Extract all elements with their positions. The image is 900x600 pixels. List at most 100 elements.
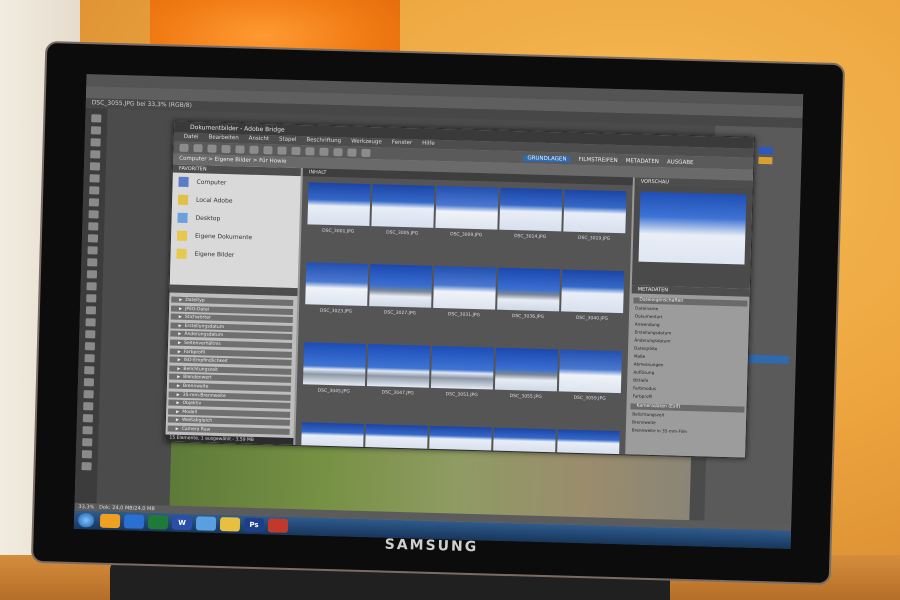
photoshop-toolbox[interactable] bbox=[74, 108, 108, 504]
thumbnail-image[interactable] bbox=[430, 345, 495, 390]
filter-row[interactable]: ▶ Seitenverhältnis bbox=[169, 339, 293, 349]
tool-icon[interactable] bbox=[90, 138, 101, 147]
filter-row[interactable]: ▶ Belichtungszeit bbox=[169, 365, 292, 375]
thumbnail-image[interactable] bbox=[557, 429, 620, 455]
filter-row[interactable]: ▶ Blendenwert bbox=[169, 373, 292, 384]
thumbnail-image[interactable] bbox=[429, 425, 492, 451]
filter-row[interactable]: ▶ Camera Raw bbox=[167, 425, 290, 435]
toolbar-icon[interactable] bbox=[305, 147, 315, 156]
favorite-item[interactable]: Computer bbox=[178, 176, 296, 194]
color-swatch[interactable] bbox=[758, 156, 773, 165]
toolbar-icon[interactable] bbox=[333, 148, 343, 157]
favorite-item[interactable]: Local Adobe bbox=[177, 194, 296, 212]
taskbar-button[interactable] bbox=[147, 514, 169, 530]
thumbnail-image[interactable] bbox=[494, 347, 559, 392]
tool-icon[interactable] bbox=[82, 414, 94, 423]
taskbar-button[interactable]: W bbox=[171, 515, 193, 531]
toolbar-icon[interactable] bbox=[179, 143, 189, 152]
toolbar-icon[interactable] bbox=[221, 144, 231, 154]
thumbnail-image[interactable] bbox=[301, 422, 364, 447]
menu-item[interactable]: Datei bbox=[184, 134, 199, 140]
thumbnail-image[interactable] bbox=[558, 349, 623, 394]
tool-icon[interactable] bbox=[82, 438, 93, 447]
expand-arrow-icon[interactable]: ▶ bbox=[176, 426, 179, 431]
favorite-item[interactable]: Desktop bbox=[177, 212, 295, 230]
color-swatch[interactable] bbox=[758, 146, 773, 155]
filter-row[interactable]: ▶ Farbprofil bbox=[169, 348, 292, 358]
menu-item[interactable]: Fenster bbox=[392, 140, 413, 147]
expand-arrow-icon[interactable]: ▶ bbox=[177, 383, 180, 388]
toolbar-icon[interactable] bbox=[263, 146, 273, 155]
tool-icon[interactable] bbox=[89, 174, 100, 183]
tool-icon[interactable] bbox=[87, 234, 99, 243]
toolbar-icon[interactable] bbox=[235, 145, 245, 154]
tool-icon[interactable] bbox=[87, 258, 98, 267]
taskbar-button[interactable] bbox=[267, 518, 289, 533]
expand-arrow-icon[interactable]: ▶ bbox=[178, 348, 181, 353]
filter-row[interactable]: ▶ Stichwörter bbox=[170, 313, 293, 324]
taskbar-button[interactable] bbox=[99, 513, 121, 529]
tool-icon[interactable] bbox=[88, 210, 99, 219]
tool-icon[interactable] bbox=[88, 198, 100, 207]
expand-arrow-icon[interactable]: ▶ bbox=[178, 323, 181, 328]
tool-icon[interactable] bbox=[83, 402, 94, 411]
toolbar-icon[interactable] bbox=[207, 144, 217, 153]
menu-item[interactable]: Stapel bbox=[279, 136, 297, 142]
toolbar-icon[interactable] bbox=[347, 148, 357, 157]
thumbnail-image[interactable] bbox=[366, 344, 431, 388]
tool-icon[interactable] bbox=[85, 330, 96, 339]
toolbar-icon[interactable] bbox=[291, 146, 301, 156]
thumbnail-image[interactable] bbox=[493, 427, 556, 453]
thumbnail-image[interactable] bbox=[433, 265, 497, 310]
filter-row[interactable]: ▶ JPEG-Datei bbox=[170, 305, 294, 315]
thumbnail-image[interactable] bbox=[371, 184, 435, 228]
filter-row[interactable]: ▶ ISO-Empfindlichkeit bbox=[169, 356, 292, 367]
zoom-level[interactable]: 33,3% bbox=[78, 504, 94, 510]
thumbnail-image[interactable] bbox=[497, 267, 561, 312]
toolbar-icon[interactable] bbox=[193, 144, 203, 153]
expand-arrow-icon[interactable]: ▶ bbox=[178, 357, 181, 362]
workspace-tab[interactable]: METADATEN bbox=[626, 158, 659, 165]
tool-icon[interactable] bbox=[88, 222, 99, 231]
workspace-tab[interactable]: AUSGABE bbox=[667, 159, 694, 166]
expand-arrow-icon[interactable]: ▶ bbox=[179, 314, 182, 319]
toolbar-icon[interactable] bbox=[319, 147, 329, 156]
menu-item[interactable]: Werkzeuge bbox=[351, 139, 382, 146]
expand-arrow-icon[interactable]: ▶ bbox=[176, 417, 179, 422]
tool-icon[interactable] bbox=[86, 294, 97, 303]
favorite-item[interactable]: Eigene Bilder bbox=[176, 248, 294, 266]
taskbar-button[interactable] bbox=[123, 514, 145, 529]
taskbar-button[interactable]: Ps bbox=[243, 517, 265, 533]
filter-row[interactable]: ▶ Weißabgleich bbox=[167, 416, 290, 427]
tool-icon[interactable] bbox=[81, 462, 92, 471]
menu-item[interactable]: Hilfe bbox=[422, 140, 435, 146]
toolbar-icon[interactable] bbox=[277, 146, 287, 155]
thumbnail-image[interactable] bbox=[435, 185, 499, 230]
tool-icon[interactable] bbox=[89, 162, 101, 171]
thumbnail-image[interactable] bbox=[305, 262, 369, 307]
filter-row[interactable]: ▶ Objektiv bbox=[168, 399, 291, 410]
tool-icon[interactable] bbox=[84, 354, 95, 363]
tool-icon[interactable] bbox=[82, 426, 93, 435]
tool-icon[interactable] bbox=[91, 114, 102, 123]
expand-arrow-icon[interactable]: ▶ bbox=[179, 305, 182, 310]
thumbnail-image[interactable] bbox=[369, 264, 433, 308]
expand-arrow-icon[interactable]: ▶ bbox=[177, 374, 180, 379]
filter-row[interactable]: ▶ Brennweite bbox=[168, 382, 291, 392]
favorite-item[interactable]: Eigene Dokumente bbox=[176, 230, 295, 248]
filter-row[interactable]: ▶ Dateityp bbox=[171, 296, 294, 306]
expand-arrow-icon[interactable]: ▶ bbox=[178, 331, 181, 336]
tool-icon[interactable] bbox=[85, 318, 96, 327]
bridge-window[interactable]: Dokumentbilder - Adobe Bridge Datei Bearb… bbox=[164, 120, 756, 459]
expand-arrow-icon[interactable]: ▶ bbox=[176, 409, 179, 414]
thumbnail-image[interactable] bbox=[302, 342, 367, 386]
menu-item[interactable]: Ansicht bbox=[249, 136, 269, 143]
tool-icon[interactable] bbox=[90, 126, 102, 135]
filter-row[interactable]: ▶ 35-mm-Brennweite bbox=[168, 391, 291, 401]
workspace-tab[interactable]: GRUNDLAGEN bbox=[523, 155, 571, 163]
tool-icon[interactable] bbox=[90, 150, 101, 159]
tool-icon[interactable] bbox=[89, 186, 100, 195]
taskbar-button[interactable] bbox=[219, 516, 241, 532]
filter-row[interactable]: ▶ Modell bbox=[168, 408, 291, 418]
expand-arrow-icon[interactable]: ▶ bbox=[179, 297, 182, 302]
